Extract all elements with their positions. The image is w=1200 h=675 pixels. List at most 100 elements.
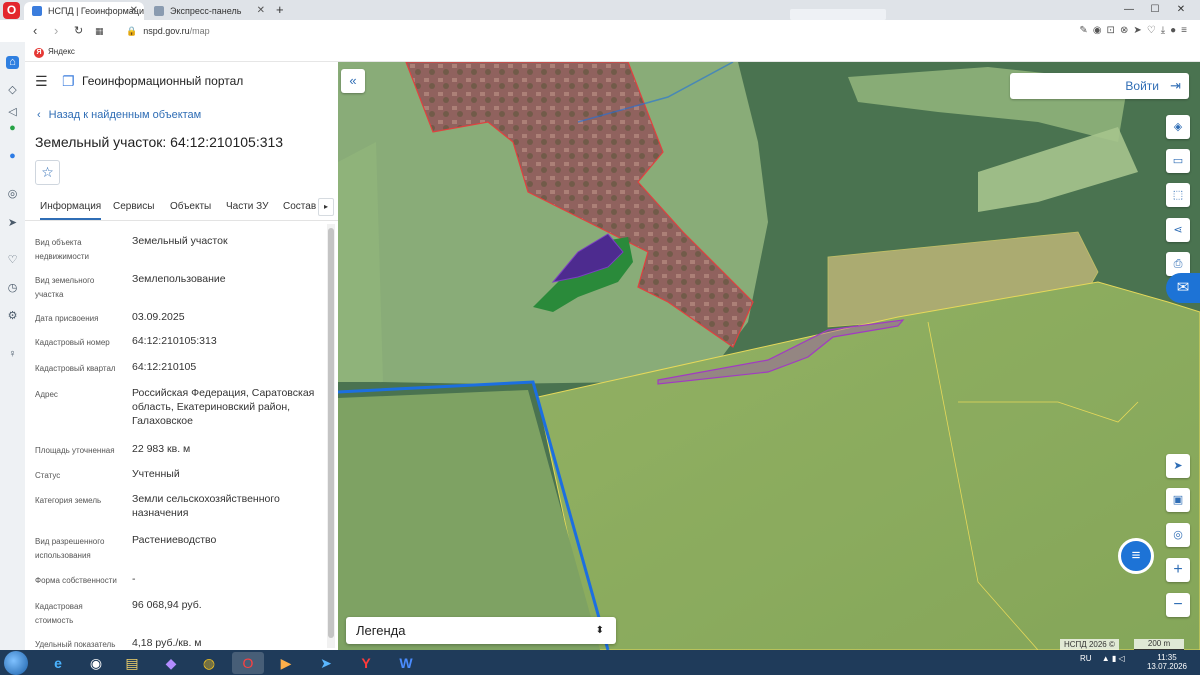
layers-button[interactable]: ◈ — [1166, 115, 1190, 139]
ruler-button[interactable]: ▭ — [1166, 149, 1190, 173]
reload-icon[interactable]: ↻ — [74, 22, 83, 40]
start-button[interactable] — [4, 651, 28, 675]
settings-icon[interactable]: ⚙ — [6, 310, 19, 323]
close-window-button[interactable]: ✕ — [1168, 0, 1194, 20]
minimize-button[interactable]: — — [1116, 0, 1142, 20]
share-button[interactable]: ⋖ — [1166, 218, 1190, 242]
collapse-panel-button[interactable]: « — [341, 69, 365, 93]
legend-dropdown[interactable]: Легенда ⬍ — [346, 617, 616, 644]
favorite-star-button[interactable]: ☆ — [35, 160, 60, 185]
attribute-value: 22 983 кв. м — [132, 443, 191, 455]
navigation-arrow-icon: ➤ — [1173, 460, 1183, 472]
login-button[interactable]: Войти ⇥ — [1010, 73, 1189, 99]
opera-logo[interactable]: O — [3, 2, 20, 19]
panel-tabs: Информация Сервисы Объекты Части ЗУ Сост… — [25, 195, 338, 221]
nspd-favicon-icon — [32, 6, 42, 16]
star-icon: ☆ — [41, 164, 54, 180]
chat-button[interactable]: ≡ — [1118, 538, 1154, 574]
login-label: Войти — [1125, 79, 1159, 93]
close-tab-icon[interactable]: ✕ — [257, 2, 265, 20]
forward-arrow-icon[interactable]: › — [54, 22, 58, 40]
send-icon[interactable]: ➤ — [6, 217, 19, 230]
select-area-button[interactable]: ⬚ — [1166, 183, 1190, 207]
edit-icon[interactable]: ✎ — [1079, 25, 1092, 36]
clock[interactable]: 11:35 13.07.2026 — [1144, 653, 1190, 671]
zoom-out-button[interactable]: − — [1166, 593, 1190, 617]
back-arrow-icon[interactable]: ‹ — [33, 22, 37, 40]
minimap-button[interactable]: ▣ — [1166, 488, 1190, 512]
tabs-scroll-right-button[interactable]: ▸ — [318, 198, 334, 216]
tab-title: Экспресс-панель — [170, 6, 242, 16]
easy-setup-icon[interactable]: ◇ — [6, 84, 19, 97]
word-icon[interactable]: W — [390, 652, 422, 674]
profile-icon[interactable]: ● — [1170, 25, 1181, 36]
attribute-label: Дата присвоения — [35, 314, 99, 323]
attribute-value: Земли сельскохозяйственного назначения — [132, 493, 280, 519]
download-icon[interactable]: ⤓ — [1161, 25, 1170, 36]
geolocation-button[interactable]: ➤ — [1166, 454, 1190, 478]
hamburger-menu-icon[interactable]: ☰ — [35, 74, 48, 88]
scrollbar-thumb[interactable] — [328, 228, 334, 638]
ruler-icon: ▭ — [1172, 155, 1184, 167]
tab-composition[interactable]: Состав — [283, 201, 316, 212]
extensions-icon[interactable]: ⊡ — [1107, 25, 1120, 36]
attribute-label: Вид разрешенного использования — [35, 537, 105, 560]
history-icon[interactable]: ◷ — [6, 282, 19, 295]
object-title: Земельный участок: 64:12:210105:313 — [35, 134, 284, 150]
telegram-icon[interactable]: ➤ — [310, 652, 342, 674]
explorer-icon[interactable]: ▤ — [116, 652, 148, 674]
chrome-icon[interactable]: ◍ — [193, 652, 225, 674]
close-tab-icon[interactable]: ✕ — [130, 2, 138, 20]
player-taskbar-icon[interactable]: ▶ — [270, 652, 302, 674]
clock-date: 13.07.2026 — [1146, 662, 1188, 671]
help-button[interactable]: ✉ — [1166, 273, 1200, 303]
menu-icon[interactable]: ≡ — [1181, 25, 1192, 36]
portal-title: Геоинформационный портал — [82, 74, 244, 88]
attribute-value: Землепользование — [132, 273, 226, 285]
home-icon[interactable]: ⌂ — [6, 56, 19, 69]
attribute-label: Кадастровая стоимость — [35, 602, 83, 625]
language-indicator[interactable]: RU — [1080, 654, 1092, 663]
whatsapp-icon[interactable]: ● — [6, 122, 19, 135]
attribute-label: Площадь уточненная — [35, 446, 115, 455]
bookmark-yandex[interactable]: Я Яндекс — [34, 45, 75, 58]
ie-icon[interactable]: e — [42, 652, 74, 674]
heart-icon[interactable]: ♡ — [6, 254, 19, 267]
flow-icon[interactable]: ◁ — [6, 106, 19, 119]
zoom-in-button[interactable]: + — [1166, 558, 1190, 582]
back-to-results-link[interactable]: ‹ Назад к найденным объектам — [37, 109, 201, 121]
ai-icon[interactable]: ♀ — [6, 348, 19, 361]
new-tab-button[interactable]: + — [276, 2, 284, 18]
tabs-grid-icon[interactable]: ▦ — [95, 22, 104, 40]
vk-icon[interactable]: ● — [6, 150, 19, 163]
tab-information[interactable]: Информация — [40, 201, 102, 220]
player-icon[interactable]: ◎ — [6, 188, 19, 201]
url-field[interactable]: 🔒 nspd.gov.ru/map — [126, 23, 210, 39]
search-location-button[interactable]: ◎ — [1166, 523, 1190, 547]
chevron-left-icon: ‹ — [37, 109, 41, 121]
attribute-value[interactable]: 64:12:210105:313 — [132, 334, 322, 348]
app-icon[interactable]: ◆ — [155, 652, 187, 674]
tab-parts[interactable]: Части ЗУ — [226, 201, 268, 212]
send-icon[interactable]: ➤ — [1133, 25, 1146, 36]
media-icon[interactable]: ◉ — [80, 652, 112, 674]
address-bar-actions: ✎◉⊡⊗➤♡⤓●≡ — [1079, 23, 1192, 39]
yandex-browser-icon[interactable]: Y — [350, 652, 382, 674]
browser-tab-bar: O НСПД | Геоинформацион ✕ Экспресс-панел… — [0, 0, 1200, 20]
attribute-value[interactable]: 64:12:210105 — [132, 360, 322, 374]
yandex-icon: Я — [34, 48, 44, 58]
map-view[interactable]: « Войти ⇥ ◈ ▭ ⬚ ⋖ ⎙ ✉ ➤ ▣ ◎ ≡ + − Легенд… — [338, 62, 1200, 650]
browser-tab-nspd[interactable]: НСПД | Геоинформацион ✕ — [24, 2, 144, 20]
camera-icon[interactable]: ◉ — [1093, 25, 1107, 36]
tab-services[interactable]: Сервисы — [113, 201, 154, 212]
satellite-map[interactable] — [338, 62, 1200, 650]
opera-taskbar-icon[interactable]: O — [232, 652, 264, 674]
select-area-icon: ⬚ — [1172, 189, 1184, 201]
browser-tab-express[interactable]: Экспресс-панель ✕ — [146, 2, 271, 20]
heart-icon[interactable]: ♡ — [1147, 25, 1161, 36]
shield-icon[interactable]: ⊗ — [1120, 25, 1133, 36]
maximize-button[interactable]: ☐ — [1142, 0, 1168, 20]
tab-objects[interactable]: Объекты — [170, 201, 211, 212]
system-tray: RU ▲ ▮ ◁ — [1080, 654, 1125, 663]
panel-scrollbar[interactable] — [327, 224, 335, 648]
